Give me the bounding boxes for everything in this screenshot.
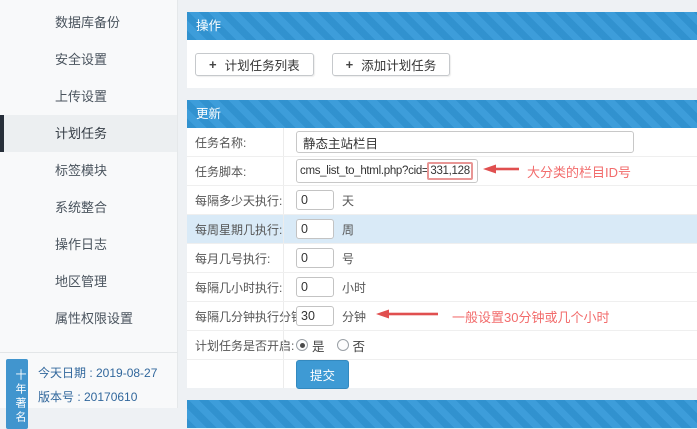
radio-是[interactable] <box>296 339 308 351</box>
task-name-input[interactable] <box>296 131 634 153</box>
field-cell: 天 <box>283 186 697 214</box>
brand-badge: 十年著名 <box>6 359 28 429</box>
today-date-text: 今天日期 : 2019-08-27 <box>38 361 157 385</box>
sidebar-item-label: 数据库备份 <box>55 15 120 30</box>
field-cell: 小时 <box>283 273 697 301</box>
submit-cell: 提交 <box>283 360 697 388</box>
operation-panel-body: + 计划任务列表 + 添加计划任务 <box>187 40 697 88</box>
sidebar-item-label: 计划任务 <box>55 126 107 141</box>
unit-label: 天 <box>342 192 354 209</box>
field-label: 任务脚本: <box>187 163 283 180</box>
radio-option-label: 否 <box>353 336 366 355</box>
field-cell: 是否 <box>283 331 697 359</box>
field-cell <box>283 128 697 156</box>
sidebar-item-计划任务[interactable]: 计划任务 <box>0 115 177 152</box>
operation-panel: 操作 + 计划任务列表 + 添加计划任务 <box>187 12 697 88</box>
operation-panel-header: 操作 <box>187 12 697 40</box>
highlighted-id-value: 331,128 <box>427 162 472 180</box>
interval-input[interactable] <box>296 277 334 297</box>
submit-row-spacer <box>187 360 283 388</box>
interval-input[interactable] <box>296 306 334 326</box>
form-row: 每隔几分钟执行分钟: 分钟 一般设置30分钟或几个小时 <box>187 302 697 331</box>
form-row: 每周星期几执行: 周 <box>187 215 697 244</box>
interval-input[interactable] <box>296 248 334 268</box>
form-row: 每隔几小时执行: 小时 <box>187 273 697 302</box>
plus-icon: + <box>346 57 354 72</box>
form-row: 每隔多少天执行: 天 <box>187 186 697 215</box>
field-label: 每隔多少天执行: <box>187 192 283 209</box>
field-label: 每隔几分钟执行分钟: <box>187 308 283 325</box>
sidebar: 数据库备份安全设置上传设置计划任务标签模块系统整合操作日志地区管理属性权限设置 … <box>0 0 178 408</box>
radio-否[interactable] <box>337 339 349 351</box>
submit-row: 提交 <box>187 360 697 388</box>
red-arrow-icon <box>483 162 519 180</box>
annotation-text: 大分类的栏目ID号 <box>527 162 631 181</box>
page: 数据库备份安全设置上传设置计划任务标签模块系统整合操作日志地区管理属性权限设置 … <box>0 0 697 408</box>
plus-icon: + <box>209 57 217 72</box>
field-cell: 分钟 一般设置30分钟或几个小时 <box>283 302 697 330</box>
sidebar-item-label: 操作日志 <box>55 237 107 252</box>
sidebar-menu: 数据库备份安全设置上传设置计划任务标签模块系统整合操作日志地区管理属性权限设置 <box>0 0 177 337</box>
unit-label: 分钟 <box>342 308 366 325</box>
interval-input[interactable] <box>296 219 334 239</box>
sidebar-item-label: 系统整合 <box>55 200 107 215</box>
unit-label: 小时 <box>342 279 366 296</box>
version-text: 版本号 : 20170610 <box>38 385 157 409</box>
radio-option-label: 是 <box>312 336 325 355</box>
sidebar-item-上传设置[interactable]: 上传设置 <box>0 78 177 115</box>
sidebar-item-安全设置[interactable]: 安全设置 <box>0 41 177 78</box>
field-cell: 周 <box>283 215 697 243</box>
red-arrow-icon <box>376 307 438 325</box>
sidebar-item-标签模块[interactable]: 标签模块 <box>0 152 177 189</box>
update-form: 任务名称:任务脚本:cms_list_to_html.php?cid=331,1… <box>187 128 697 360</box>
form-row: 计划任务是否开启:是否 <box>187 331 697 360</box>
field-label: 每月几号执行: <box>187 250 283 267</box>
sidebar-item-系统整合[interactable]: 系统整合 <box>0 189 177 226</box>
annotation-text: 一般设置30分钟或几个小时 <box>452 307 609 326</box>
button-label: 添加计划任务 <box>361 55 436 74</box>
sidebar-item-label: 地区管理 <box>55 274 107 289</box>
添加计划任务-button[interactable]: + 添加计划任务 <box>332 53 451 76</box>
field-label: 任务名称: <box>187 134 283 151</box>
sidebar-item-label: 上传设置 <box>55 89 107 104</box>
submit-button[interactable]: 提交 <box>296 360 349 389</box>
sidebar-item-地区管理[interactable]: 地区管理 <box>0 263 177 300</box>
form-row: 每月几号执行: 号 <box>187 244 697 273</box>
field-cell: 号 <box>283 244 697 272</box>
script-value-prefix: cms_list_to_html.php?cid= <box>300 165 428 177</box>
field-cell: cms_list_to_html.php?cid=331,128 大分类的栏目ID… <box>283 157 697 185</box>
sidebar-item-label: 属性权限设置 <box>55 311 133 326</box>
计划任务列表-button[interactable]: + 计划任务列表 <box>195 53 314 76</box>
field-label: 每周星期几执行: <box>187 221 283 238</box>
field-label: 计划任务是否开启: <box>187 337 283 354</box>
task-script-input[interactable]: cms_list_to_html.php?cid=331,128 <box>296 159 478 183</box>
field-label: 每隔几小时执行: <box>187 279 283 296</box>
sidebar-item-数据库备份[interactable]: 数据库备份 <box>0 4 177 41</box>
bottom-panel <box>187 400 697 428</box>
interval-input[interactable] <box>296 190 334 210</box>
unit-label: 周 <box>342 221 354 238</box>
footer-info: 今天日期 : 2019-08-27 版本号 : 20170610 <box>38 361 157 409</box>
sidebar-item-label: 标签模块 <box>55 163 107 178</box>
sidebar-footer: 十年著名 今天日期 : 2019-08-27 版本号 : 20170610 <box>0 353 178 408</box>
button-label: 计划任务列表 <box>225 55 300 74</box>
unit-label: 号 <box>342 250 354 267</box>
selected-indicator-bar <box>0 115 4 152</box>
form-row: 任务名称: <box>187 128 697 157</box>
update-panel: 更新 任务名称:任务脚本:cms_list_to_html.php?cid=33… <box>187 100 697 388</box>
sidebar-item-label: 安全设置 <box>55 52 107 67</box>
sidebar-item-属性权限设置[interactable]: 属性权限设置 <box>0 300 177 337</box>
sidebar-item-操作日志[interactable]: 操作日志 <box>0 226 177 263</box>
update-panel-header: 更新 <box>187 100 697 128</box>
bottom-panel-header <box>187 400 697 428</box>
form-row: 任务脚本: cms_list_to_html.php?cid=331,128 大分类… <box>187 157 697 186</box>
